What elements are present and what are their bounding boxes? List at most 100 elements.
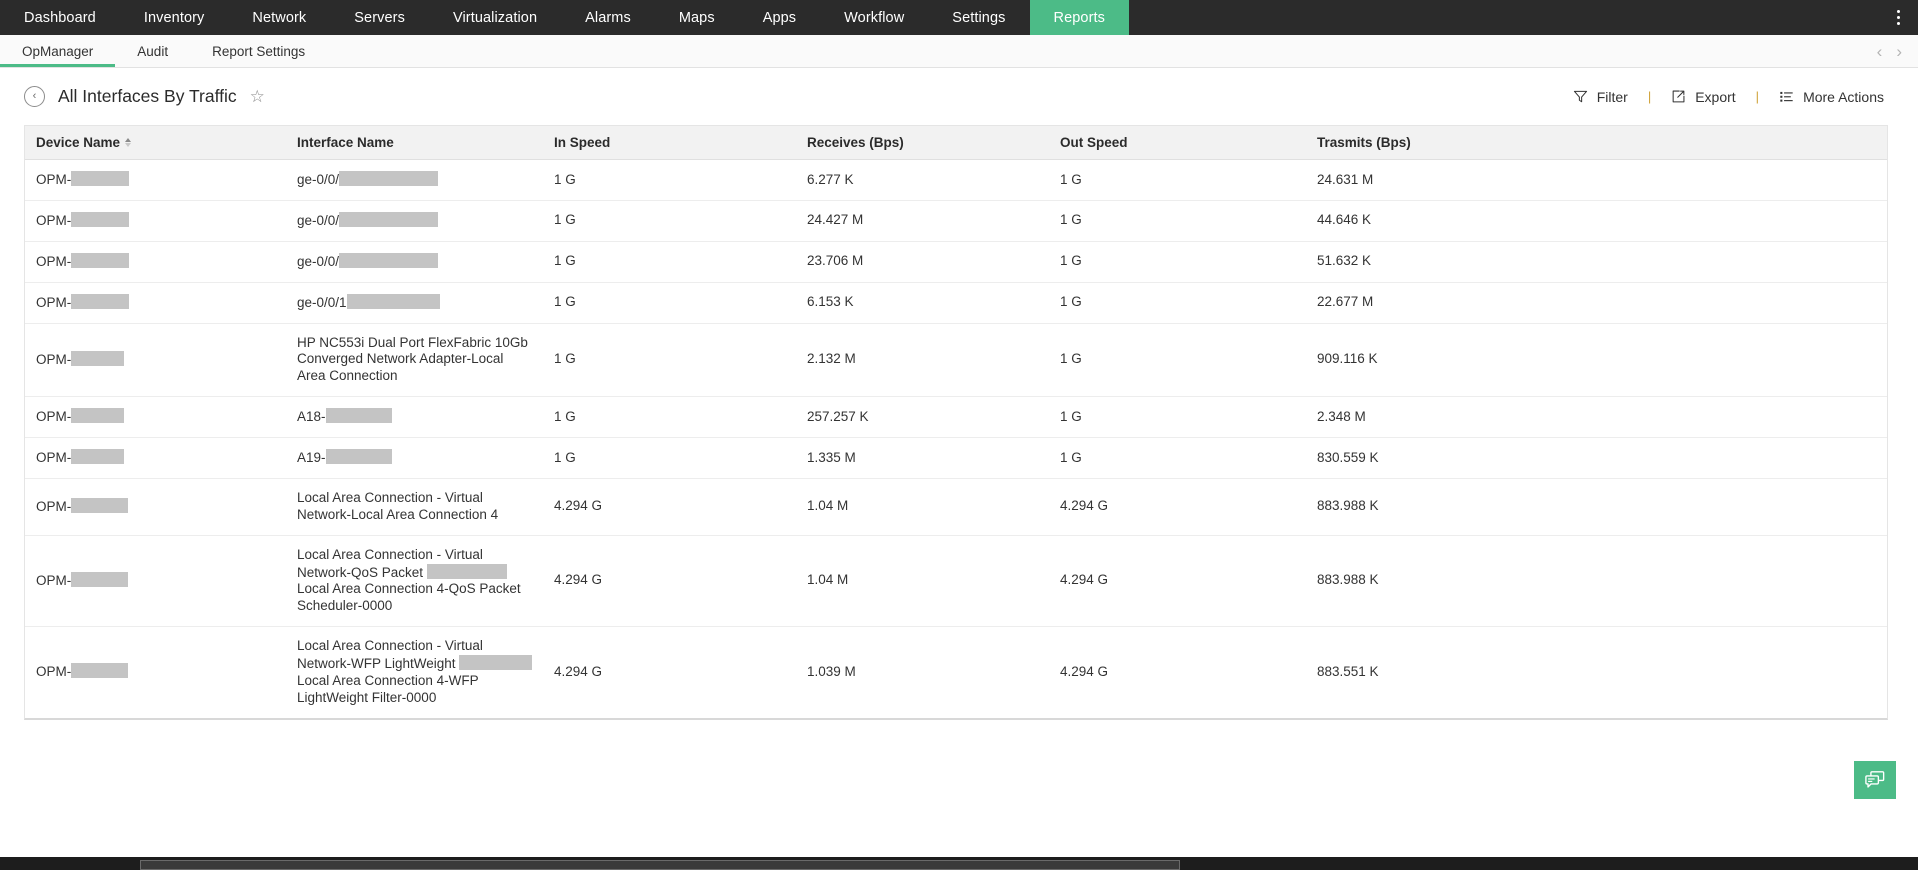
redacted-text-block [71,211,130,227]
star-outline-icon[interactable]: ☆ [250,88,265,105]
cell-transmits: 883.988 K [1307,478,1887,536]
primary-navigation-bar: Dashboard Inventory Network Servers Virtuali… [0,0,1918,35]
table-row[interactable]: OPM- HP NC553i Dual Port FlexFabric 10Gb … [25,323,1887,398]
interface-name-text: A18- [297,409,326,425]
secondary-nav-items: OpManager Audit Report Settings [0,35,327,67]
cell-receives: 1.04 M [797,478,1050,536]
export-share-icon [1671,89,1686,104]
cell-transmits: 909.116 K [1307,323,1887,398]
cell-out-speed: 1 G [1050,437,1307,479]
cell-receives: 6.153 K [797,282,1050,324]
interface-name-text: HP NC553i Dual Port FlexFabric 10Gb Conv… [297,334,528,384]
device-name-prefix: OPM- [36,172,72,187]
cell-out-speed: 1 G [1050,241,1307,283]
column-header-device-name[interactable]: Device Name [25,126,287,160]
table-body: OPM-ge-0/0/1 G 6.277 K1 G 24.631 M OPM-ge-0… [25,159,1887,718]
cell-out-speed: 1 G [1050,200,1307,242]
nav-item-reports[interactable]: Reports [1029,0,1129,35]
column-header-receives-bps[interactable]: Receives (Bps) [797,126,1050,160]
subnav-item-audit[interactable]: Audit [115,35,190,67]
subnav-item-report-settings[interactable]: Report Settings [190,35,327,67]
filter-label: Filter [1596,88,1628,105]
cell-receives: 6.277 K [797,159,1050,201]
cell-interface-name: ge-0/0/1 [287,282,544,324]
interface-name-text: Local Area Connection - Virtual Network-… [297,489,499,522]
device-name-prefix: OPM- [36,498,72,514]
redacted-text-block [71,497,129,513]
nav-item-maps[interactable]: Maps [655,0,739,35]
redacted-text-block [71,293,130,309]
filter-button[interactable]: Filter [1569,89,1632,105]
cell-in-speed: 1 G [544,241,797,283]
interface-name-text: ge-0/0/ [297,172,340,187]
column-header-label: Out Speed [1060,135,1128,150]
table-row[interactable]: OPM-ge-0/0/1 1 G 6.153 K1 G 22.677 M [25,282,1887,324]
column-header-trasmits-bps[interactable]: Trasmits (Bps) [1307,126,1887,160]
chevron-left-icon[interactable]: ‹ [1877,43,1883,60]
cell-in-speed: 4.294 G [544,535,797,628]
device-name-prefix: OPM- [36,450,72,465]
column-header-label: Device Name [36,135,121,150]
cell-device-name: OPM- [25,437,287,479]
column-header-label: In Speed [554,135,611,150]
table-row[interactable]: OPM- Local Area Connection - Virtual Netw… [25,627,1887,718]
device-name-prefix: OPM- [36,212,72,228]
nav-item-virtualization[interactable]: Virtualization [429,0,561,35]
interface-name-text: A19- [297,450,326,465]
cell-out-speed: 4.294 G [1050,535,1307,628]
page-title: All Interfaces By Traffic [58,86,237,106]
topnav-spacer [1129,0,1878,35]
cell-interface-name: ge-0/0/ [287,159,544,201]
back-arrow-icon[interactable]: ‹ [24,86,45,107]
table-row[interactable]: OPM- A19- 1 G 1.335 M1 G 830.559 K [25,437,1887,479]
export-button[interactable]: Export [1667,89,1739,105]
cell-transmits: 830.559 K [1307,437,1887,479]
cell-receives: 2.132 M [797,323,1050,398]
cell-in-speed: 1 G [544,200,797,242]
nav-item-dashboard[interactable]: Dashboard [0,0,120,35]
nav-item-servers[interactable]: Servers [330,0,429,35]
redacted-text-block [71,449,125,464]
report-table-container: Device Name Interface Name In Speed Receive… [24,125,1888,720]
cell-interface-name: HP NC553i Dual Port FlexFabric 10Gb Conv… [287,323,544,398]
column-header-interface-name[interactable]: Interface Name [287,126,544,160]
more-actions-button[interactable]: More Actions [1775,89,1888,105]
cell-out-speed: 1 G [1050,323,1307,398]
chat-bubbles-icon[interactable] [1854,761,1896,799]
kebab-dot [1896,22,1900,25]
column-header-label: Trasmits (Bps) [1317,135,1411,150]
table-row[interactable]: OPM- A18- 1 G 257.257 K1 G 2.348 M [25,396,1887,438]
interface-name-text: Local Area Connection 4-WFP LightWeight … [297,672,479,705]
cell-receives: 1.335 M [797,437,1050,479]
cell-device-name: OPM- [25,200,287,242]
table-header: Device Name Interface Name In Speed Receive… [25,126,1887,160]
nav-item-alarms[interactable]: Alarms [561,0,655,35]
table-row[interactable]: OPM-ge-0/0/1 G 6.277 K1 G 24.631 M [25,159,1887,201]
column-header-in-speed[interactable]: In Speed [544,126,797,160]
chevron-right-icon[interactable]: › [1896,43,1902,60]
cell-device-name: OPM- [25,282,287,324]
cell-in-speed: 1 G [544,437,797,479]
table-row[interactable]: OPM-ge-0/0/1 G 23.706 M1 G 51.632 K [25,241,1887,283]
table-row[interactable]: OPM- Local Area Connection - Virtual Netw… [25,535,1887,628]
redacted-text-block [71,252,130,268]
cell-transmits: 883.551 K [1317,663,1379,679]
kebab-menu-icon[interactable] [1878,0,1918,35]
nav-item-settings[interactable]: Settings [928,0,1029,35]
column-header-label: Interface Name [297,135,394,150]
subnav-item-opmanager[interactable]: OpManager [0,35,116,67]
nav-item-network[interactable]: Network [228,0,330,35]
cell-interface-name: Local Area Connection - Virtual Network-… [287,535,544,628]
cell-in-speed: 1 G [544,282,797,324]
table-row[interactable]: OPM- Local Area Connection - Virtual Netw… [25,478,1887,536]
table-row[interactable]: OPM-ge-0/0/1 G 24.427 M1 G 44.646 K [25,200,1887,242]
column-header-out-speed[interactable]: Out Speed [1050,126,1307,160]
nav-item-workflow[interactable]: Workflow [820,0,928,35]
nav-item-inventory[interactable]: Inventory [120,0,229,35]
sort-ascending-icon[interactable] [125,137,132,147]
cell-device-name: OPM- [25,478,287,536]
cell-interface-name: A18- [287,396,544,438]
interface-name-text: Local Area Connection 4-QoS Packet Sched… [297,581,521,614]
cell-device-name: OPM- [25,535,287,628]
nav-item-apps[interactable]: Apps [739,0,820,35]
